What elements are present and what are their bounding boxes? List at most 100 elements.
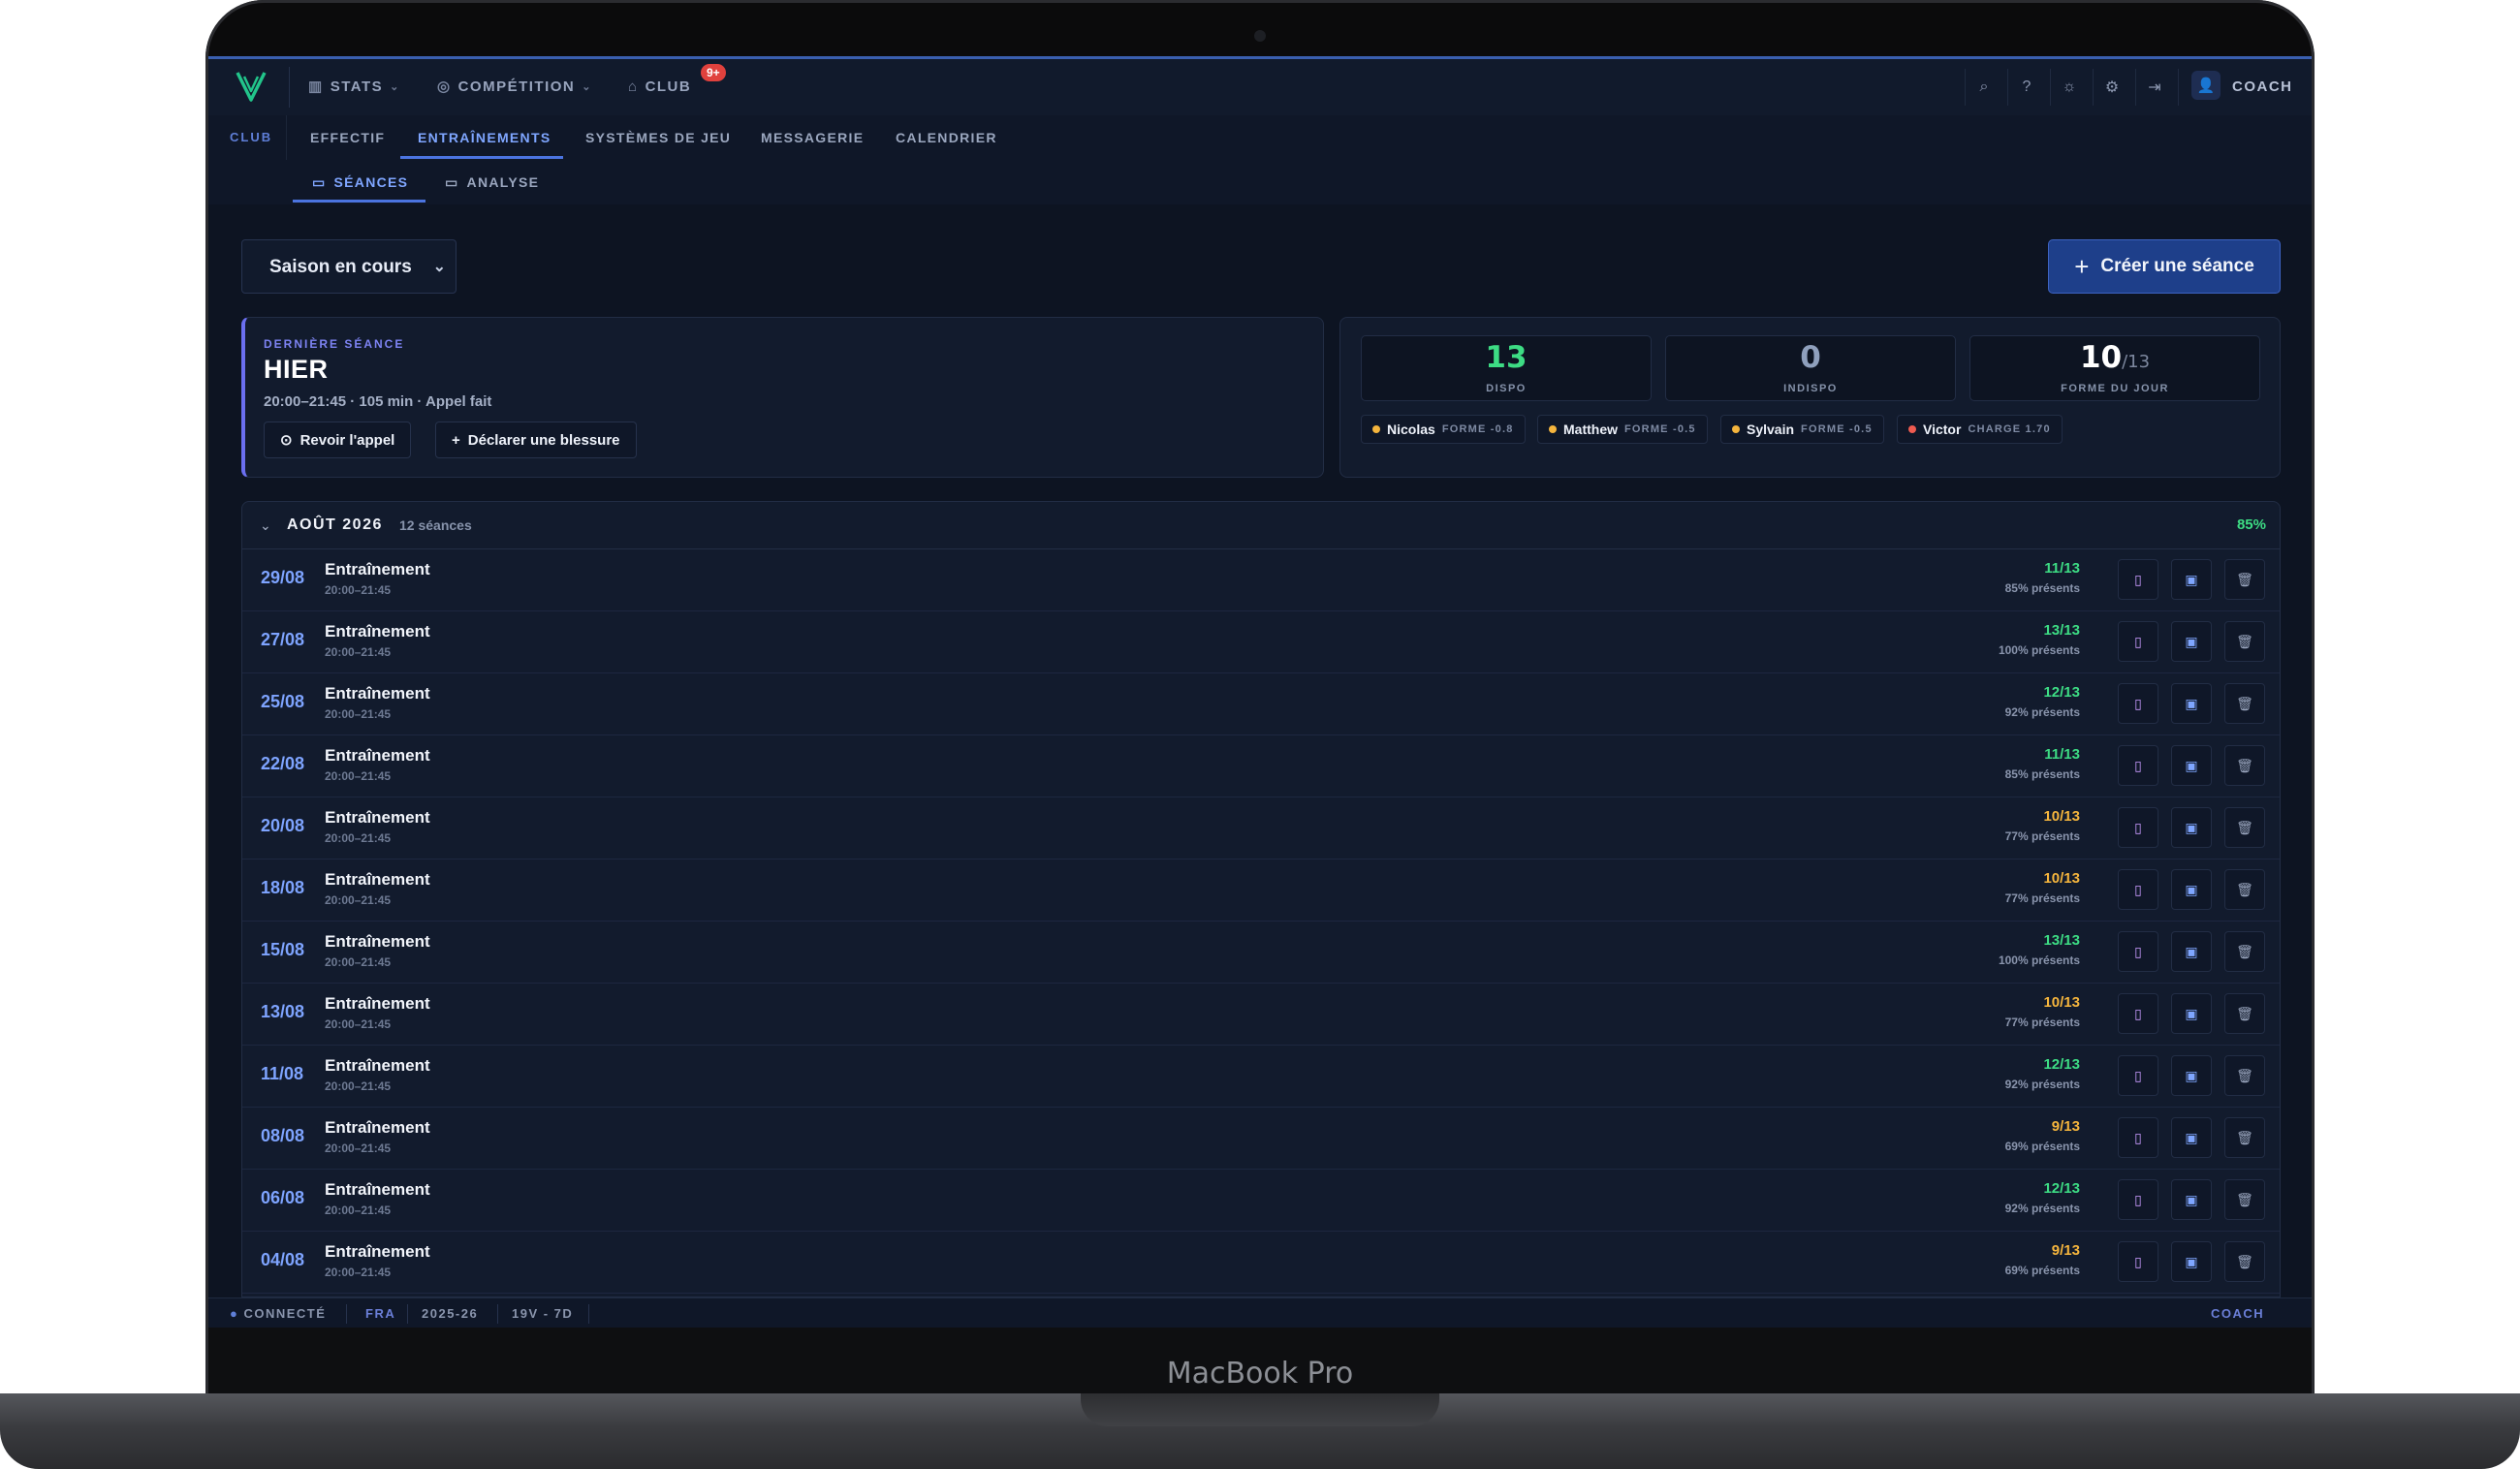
delete-session-button[interactable]: 🗑 (2224, 1055, 2265, 1096)
player-alert-chip[interactable]: Victor CHARGE 1.70 (1897, 415, 2063, 444)
settings-button[interactable]: ⚙ (2093, 69, 2130, 106)
delete-session-button[interactable]: 🗑 (2224, 683, 2265, 724)
edit-session-button[interactable]: ▣ (2171, 1055, 2212, 1096)
edit-session-button[interactable]: ▣ (2171, 1179, 2212, 1220)
session-date[interactable]: 25/08 (261, 692, 304, 712)
attendance-button[interactable]: ▯ (2118, 683, 2158, 724)
edit-session-button[interactable]: ▣ (2171, 993, 2212, 1034)
session-title[interactable]: Entraînement (325, 1118, 430, 1138)
delete-session-button[interactable]: 🗑 (2224, 1241, 2265, 1282)
edit-session-button[interactable]: ▣ (2171, 931, 2212, 972)
club-logo-icon[interactable] (232, 67, 270, 106)
user-avatar-icon[interactable]: 👤 (2191, 71, 2221, 100)
player-alert-chip[interactable]: Matthew FORME -0.5 (1537, 415, 1708, 444)
tab-entrainements[interactable]: ENTRAÎNEMENTS (418, 115, 551, 160)
subtab-seances[interactable]: ▭ SÉANCES (312, 160, 408, 204)
player-alert-chip[interactable]: Sylvain FORME -0.5 (1720, 415, 1884, 444)
session-row[interactable]: 18/08 Entraînement 20:00–21:45 10/13 77% pré… (242, 859, 2280, 922)
help-button[interactable]: ? (2007, 69, 2045, 106)
session-title[interactable]: Entraînement (325, 932, 430, 952)
nav-competition[interactable]: ◎ COMPÉTITION ⌄ (437, 59, 592, 115)
attendance-button[interactable]: ▯ (2118, 621, 2158, 662)
session-date[interactable]: 18/08 (261, 878, 304, 898)
tab-calendrier[interactable]: CALENDRIER (896, 115, 997, 160)
edit-session-button[interactable]: ▣ (2171, 1117, 2212, 1158)
session-date[interactable]: 08/08 (261, 1126, 304, 1146)
session-date[interactable]: 11/08 (261, 1064, 303, 1084)
attendance-button[interactable]: ▯ (2118, 745, 2158, 786)
attendance-button[interactable]: ▯ (2118, 807, 2158, 848)
edit-session-button[interactable]: ▣ (2171, 807, 2212, 848)
session-row[interactable]: 04/08 Entraînement 20:00–21:45 9/13 69% prés… (242, 1231, 2280, 1294)
delete-session-button[interactable]: 🗑 (2224, 559, 2265, 600)
season-select[interactable]: Saison en cours ⌄ (241, 239, 457, 294)
tab-messagerie[interactable]: MESSAGERIE (761, 115, 864, 160)
session-title[interactable]: Entraînement (325, 560, 430, 579)
delete-session-button[interactable]: 🗑 (2224, 621, 2265, 662)
session-row[interactable]: 29/08 Entraînement 20:00–21:45 11/13 85% pré… (242, 548, 2280, 611)
edit-session-button[interactable]: ▣ (2171, 621, 2212, 662)
delete-session-button[interactable]: 🗑 (2224, 1117, 2265, 1158)
edit-session-button[interactable]: ▣ (2171, 559, 2212, 600)
session-row[interactable]: 20/08 Entraînement 20:00–21:45 10/13 77% pré… (242, 797, 2280, 860)
session-title[interactable]: Entraînement (325, 1242, 430, 1262)
delete-session-button[interactable]: 🗑 (2224, 931, 2265, 972)
session-row[interactable]: 06/08 Entraînement 20:00–21:45 12/13 92% pré… (242, 1169, 2280, 1232)
session-row[interactable]: 27/08 Entraînement 20:00–21:45 13/13 100% pr… (242, 610, 2280, 673)
session-title[interactable]: Entraînement (325, 870, 430, 890)
declare-injury-button[interactable]: + Déclarer une blessure (435, 422, 637, 458)
attendance-button[interactable]: ▯ (2118, 869, 2158, 910)
session-row[interactable]: 11/08 Entraînement 20:00–21:45 12/13 92% pré… (242, 1045, 2280, 1108)
session-date[interactable]: 27/08 (261, 630, 304, 650)
search-button[interactable]: ⌕ (1965, 69, 2002, 106)
session-date[interactable]: 13/08 (261, 1002, 304, 1022)
session-title[interactable]: Entraînement (325, 684, 430, 703)
session-date[interactable]: 20/08 (261, 816, 304, 836)
session-title[interactable]: Entraînement (325, 746, 430, 766)
delete-session-button[interactable]: 🗑 (2224, 993, 2265, 1034)
attendance-button[interactable]: ▯ (2118, 993, 2158, 1034)
delete-session-button[interactable]: 🗑 (2224, 1179, 2265, 1220)
session-date[interactable]: 04/08 (261, 1250, 304, 1270)
session-date[interactable]: 22/08 (261, 754, 304, 774)
edit-session-button[interactable]: ▣ (2171, 683, 2212, 724)
session-title[interactable]: Entraînement (325, 622, 430, 641)
theme-button[interactable]: ☼ (2050, 69, 2088, 106)
attendance-button[interactable]: ▯ (2118, 1179, 2158, 1220)
chevron-down-icon[interactable]: ⌄ (260, 502, 271, 548)
session-row[interactable]: 08/08 Entraînement 20:00–21:45 9/13 69% prés… (242, 1107, 2280, 1170)
edit-session-button[interactable]: ▣ (2171, 869, 2212, 910)
tab-effectif[interactable]: EFFECTIF (310, 115, 385, 160)
session-title[interactable]: Entraînement (325, 808, 430, 828)
session-row[interactable]: 13/08 Entraînement 20:00–21:45 10/13 77% pré… (242, 983, 2280, 1046)
session-row[interactable]: 22/08 Entraînement 20:00–21:45 11/13 85% pré… (242, 734, 2280, 797)
review-attendance-button[interactable]: ⊙ Revoir l'appel (264, 422, 412, 458)
tab-systemes-de-jeu[interactable]: SYSTÈMES DE JEU (585, 115, 731, 160)
edit-session-button[interactable]: ▣ (2171, 1241, 2212, 1282)
delete-session-button[interactable]: 🗑 (2224, 869, 2265, 910)
logout-button[interactable]: ⇥ (2135, 69, 2173, 106)
session-title[interactable]: Entraînement (325, 1056, 430, 1076)
attendance-button[interactable]: ▯ (2118, 1117, 2158, 1158)
session-date[interactable]: 06/08 (261, 1188, 304, 1208)
delete-session-button[interactable]: 🗑 (2224, 807, 2265, 848)
nav-club[interactable]: ⌂ CLUB (628, 59, 691, 115)
session-row[interactable]: 15/08 Entraînement 20:00–21:45 13/13 100% pr… (242, 921, 2280, 984)
create-session-button[interactable]: + Créer une séance (2048, 239, 2281, 294)
edit-session-button[interactable]: ▣ (2171, 745, 2212, 786)
nav-stats[interactable]: ▥ STATS ⌄ (308, 59, 400, 115)
session-date[interactable]: 29/08 (261, 568, 304, 588)
user-role-label[interactable]: COACH (2232, 59, 2293, 115)
session-title[interactable]: Entraînement (325, 1180, 430, 1200)
attendance-button[interactable]: ▯ (2118, 1055, 2158, 1096)
month-header[interactable]: ⌄ AOÛT 2026 12 séances 85% (242, 502, 2280, 549)
attendance-button[interactable]: ▯ (2118, 1241, 2158, 1282)
session-date[interactable]: 15/08 (261, 940, 304, 960)
session-title[interactable]: Entraînement (325, 994, 430, 1014)
delete-session-button[interactable]: 🗑 (2224, 745, 2265, 786)
attendance-button[interactable]: ▯ (2118, 931, 2158, 972)
player-alert-chip[interactable]: Nicolas FORME -0.8 (1361, 415, 1526, 444)
session-row[interactable]: 25/08 Entraînement 20:00–21:45 12/13 92% pré… (242, 672, 2280, 735)
attendance-button[interactable]: ▯ (2118, 559, 2158, 600)
subtab-analyse[interactable]: ▭ ANALYSE (445, 160, 539, 204)
